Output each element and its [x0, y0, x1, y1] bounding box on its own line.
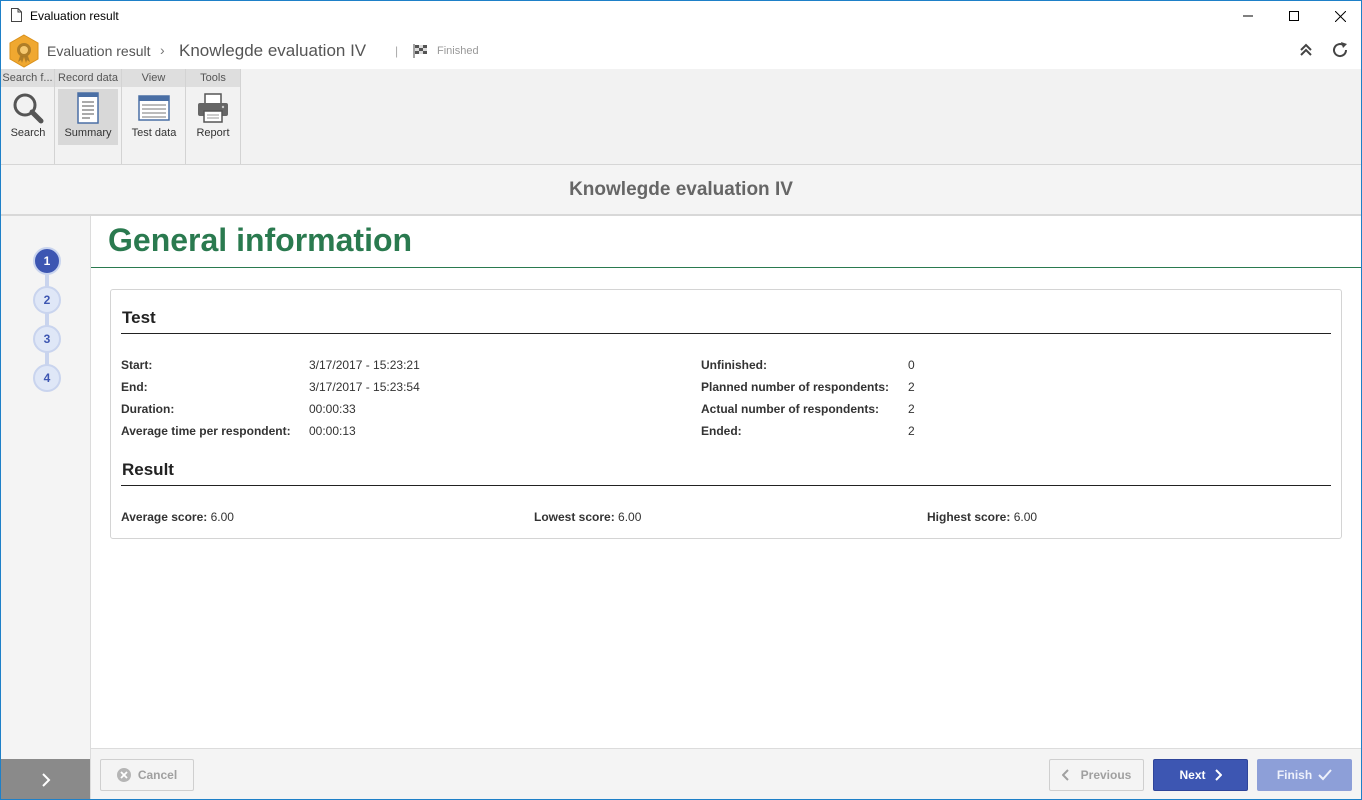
document-icon [77, 92, 99, 124]
lowest-score-value: 6.00 [618, 510, 642, 524]
finish-button[interactable]: Finish [1257, 759, 1352, 791]
minimize-icon [1243, 15, 1253, 17]
test-section-title: Test [122, 308, 156, 327]
ribbon-group-record-data: Record data Summary [55, 69, 122, 164]
start-value: 3/17/2017 - 15:23:21 [309, 358, 420, 372]
start-label: Start: [121, 358, 153, 372]
cancel-icon [116, 768, 131, 782]
refresh-icon[interactable] [1331, 41, 1349, 59]
step-1[interactable]: 1 [33, 247, 61, 275]
step-2[interactable]: 2 [33, 286, 61, 314]
search-button[interactable]: Search [1, 89, 58, 145]
ribbon-group-search: Search f... Search [1, 69, 55, 164]
checkmark-icon [1318, 769, 1332, 781]
maximize-button[interactable] [1271, 1, 1317, 31]
end-value: 3/17/2017 - 15:23:54 [309, 380, 420, 394]
unfinished-value: 0 [908, 358, 915, 372]
avg-time-value: 00:00:13 [309, 424, 356, 438]
ribbon-group-tools: Tools Report [186, 69, 241, 164]
ended-value: 2 [908, 424, 915, 438]
main-content: General information Test Start: 3/17/201… [91, 216, 1361, 748]
ribbon-group-label: Record data [55, 69, 121, 87]
close-button[interactable] [1317, 1, 1361, 31]
summary-button[interactable]: Summary [58, 89, 118, 145]
highest-score: Highest score: 6.00 [927, 510, 1037, 524]
ended-label: Ended: [701, 424, 742, 438]
end-label: End: [121, 380, 148, 394]
document-icon [11, 8, 22, 22]
ribbon-group-label: Tools [186, 69, 240, 87]
unfinished-label: Unfinished: [701, 358, 767, 372]
step-4[interactable]: 4 [33, 364, 61, 392]
chevron-right-icon [41, 772, 50, 787]
planned-respondents-label: Planned number of respondents: [701, 380, 890, 394]
breadcrumb-root[interactable]: Evaluation result [47, 43, 151, 59]
page-title-band: Knowlegde evaluation IV [1, 165, 1361, 216]
next-button[interactable]: Next [1153, 759, 1248, 791]
actual-respondents-value: 2 [908, 402, 915, 416]
planned-respondents-value: 2 [908, 380, 915, 394]
general-info-panel: Test Start: 3/17/2017 - 15:23:21 End: 3/… [110, 289, 1342, 539]
table-icon [138, 95, 170, 121]
search-button-label: Search [10, 127, 46, 139]
highest-score-value: 6.00 [1013, 510, 1038, 524]
evaluation-logo-icon [9, 34, 39, 68]
actual-respondents-label: Actual number of respondents: [701, 402, 880, 416]
ribbon-group-label: Search f... [1, 69, 54, 87]
section-heading: General information [108, 222, 413, 258]
finish-label: Finish [1276, 768, 1313, 782]
heading-divider [91, 267, 1361, 268]
breadcrumb-current: Knowlegde evaluation IV [179, 41, 367, 60]
expand-stepper-button[interactable] [1, 759, 90, 799]
close-icon [1334, 10, 1346, 22]
page-title: Knowlegde evaluation IV [569, 179, 793, 200]
breadcrumb-chevron-icon: › [160, 42, 165, 58]
lowest-score: Lowest score: 6.00 [534, 510, 641, 524]
title-bar: Evaluation result [1, 1, 1361, 31]
window-title: Evaluation result [30, 9, 119, 23]
previous-label: Previous [1080, 768, 1132, 782]
minimize-button[interactable] [1225, 1, 1271, 31]
chevron-right-icon [1214, 769, 1222, 781]
next-label: Next [1179, 768, 1206, 782]
cancel-button[interactable]: Cancel [100, 759, 194, 791]
status-label: Finished [437, 45, 479, 57]
ribbon-group-label: View [122, 69, 185, 87]
maximize-icon [1289, 11, 1299, 21]
previous-button[interactable]: Previous [1049, 759, 1144, 791]
ribbon-toolbar: Search f... Search Record data Summary V… [1, 69, 1361, 165]
wizard-footer: Cancel Previous Next Finish [91, 748, 1361, 799]
test-section-divider [121, 333, 1331, 334]
stepper-track [45, 262, 49, 376]
header-bar: Evaluation result › Knowlegde evaluation… [1, 31, 1361, 69]
lowest-score-label: Lowest score: [534, 510, 615, 524]
app-window: Evaluation result Evaluation result › Kn… [0, 0, 1362, 800]
summary-button-label: Summary [64, 127, 112, 139]
collapse-icon[interactable] [1297, 41, 1315, 59]
magnifier-icon [13, 93, 44, 124]
average-score-value: 6.00 [210, 510, 234, 524]
highest-score-label: Highest score: [927, 510, 1011, 524]
checkered-flag-icon [413, 44, 427, 58]
report-button[interactable]: Report [183, 89, 243, 145]
ribbon-group-view: View Test data [122, 69, 186, 164]
chevron-left-icon [1061, 769, 1069, 781]
printer-icon [198, 93, 228, 123]
report-button-label: Report [196, 127, 230, 139]
test-data-button-label: Test data [131, 127, 177, 139]
step-3[interactable]: 3 [33, 325, 61, 353]
duration-label: Duration: [121, 402, 175, 416]
cancel-label: Cancel [137, 768, 178, 782]
avg-time-label: Average time per respondent: [121, 424, 291, 438]
breadcrumb-divider: | [395, 44, 399, 58]
average-score-label: Average score: [121, 510, 208, 524]
result-section-title: Result [122, 460, 174, 479]
duration-value: 00:00:33 [309, 402, 356, 416]
average-score: Average score: 6.00 [121, 510, 234, 524]
wizard-stepper: 1 2 3 4 [1, 216, 91, 799]
test-data-button[interactable]: Test data [124, 89, 184, 145]
result-section-divider [121, 485, 1331, 486]
